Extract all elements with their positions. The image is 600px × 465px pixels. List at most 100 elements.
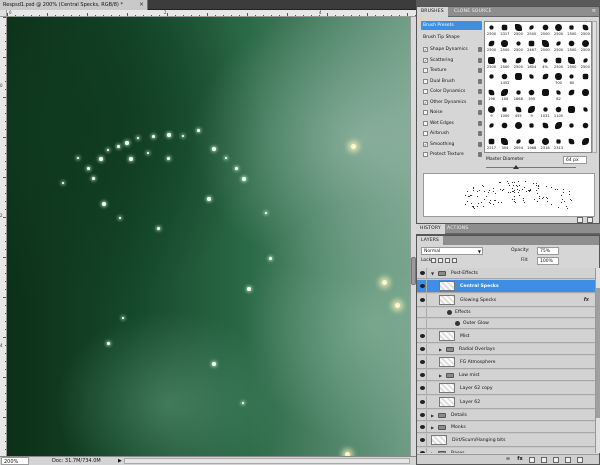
brush-preset[interactable]: 2500	[512, 38, 525, 54]
brush-preset[interactable]: 4%	[539, 55, 552, 71]
brush-preset[interactable]: 1804	[525, 55, 538, 71]
brush-option-brush-presets[interactable]: Brush Presets	[421, 21, 482, 30]
brush-preset[interactable]	[539, 71, 552, 87]
visibility-eye-icon[interactable]	[418, 382, 427, 394]
visibility-eye-icon[interactable]	[418, 448, 427, 453]
brush-preset[interactable]	[565, 87, 578, 103]
layer-name[interactable]: Outer Glow	[463, 321, 489, 326]
brush-preset[interactable]	[552, 120, 565, 136]
brush-preset[interactable]: 455	[512, 104, 525, 120]
toggle-bristle-preview-icon[interactable]	[577, 217, 583, 223]
lock-position-icon[interactable]	[445, 258, 450, 263]
opacity-input[interactable]: 75%	[537, 247, 559, 255]
layer-name[interactable]: Layer 62	[460, 400, 480, 405]
visibility-eye-icon[interactable]	[418, 422, 427, 432]
lock-icon[interactable]	[478, 120, 482, 126]
brush-preset[interactable]	[512, 71, 525, 87]
brush-preset[interactable]: 2500	[552, 38, 565, 54]
brush-preset[interactable]	[539, 87, 552, 103]
tab-clone-source[interactable]: CLONE SOURCE	[450, 7, 496, 17]
brush-preset[interactable]	[579, 71, 591, 87]
layer-row[interactable]: Mist	[417, 330, 595, 343]
tab-history[interactable]: HISTORY	[416, 224, 445, 234]
layer-group-row[interactable]: ▶ Bases	[417, 448, 595, 453]
brush-preset[interactable]: 2500	[485, 22, 498, 38]
brush-preset[interactable]: 1868	[512, 87, 525, 103]
lock-icon[interactable]	[478, 141, 482, 147]
new-brush-icon[interactable]	[587, 217, 593, 223]
vertical-ruler[interactable]: 0246	[0, 17, 7, 456]
brush-preset[interactable]	[525, 120, 538, 136]
brush-preset[interactable]: 2500	[565, 22, 578, 38]
tab-actions[interactable]: ACTIONS	[443, 224, 472, 234]
lock-icon[interactable]	[478, 110, 482, 115]
brush-preset[interactable]	[565, 136, 578, 152]
adjustment-layer-icon[interactable]	[541, 457, 547, 463]
zoom-field[interactable]: 200%	[1, 457, 29, 465]
brush-option-dual-brush[interactable]: Dual Brush	[421, 77, 482, 86]
document-tab[interactable]: Respsd1.psd @ 200% (Central Specks, RGB/…	[0, 0, 148, 10]
link-layers-icon[interactable]: ∞	[503, 457, 513, 463]
brush-preset[interactable]: 2467	[525, 38, 538, 54]
layer-group-row[interactable]: ▶ Radial Overlays	[417, 344, 595, 355]
checkbox[interactable]	[423, 78, 428, 84]
brush-option-airbrush[interactable]: Airbrush	[421, 129, 482, 138]
brush-preset[interactable]	[579, 87, 591, 103]
visibility-eye-icon[interactable]	[418, 396, 427, 408]
checkbox[interactable]: ✓	[423, 99, 428, 105]
visibility-eye-icon[interactable]	[418, 294, 427, 306]
fill-input[interactable]: 100%	[537, 257, 559, 265]
brush-preset[interactable]: 196	[485, 87, 498, 103]
brush-grid-scrollbar[interactable]	[592, 21, 597, 153]
brush-preset[interactable]: 2500	[539, 22, 552, 38]
canvas-horizontal-scrollbar[interactable]	[124, 458, 410, 464]
checkbox[interactable]: ✓	[423, 141, 428, 147]
brush-preset[interactable]: 9	[485, 104, 498, 120]
layer-row[interactable]: Layer 62 copy	[417, 382, 595, 395]
expand-right-icon[interactable]: ▶	[431, 451, 434, 453]
checkbox[interactable]	[423, 68, 428, 73]
brush-preset[interactable]: 1968	[525, 136, 538, 152]
brush-preset[interactable]: 2500	[525, 22, 538, 38]
brush-preset[interactable]: 2500	[565, 38, 578, 54]
layer-row[interactable]: Dirt/Scum/Hanging bits	[417, 434, 595, 447]
close-icon[interactable]: ×	[139, 0, 144, 10]
lock-icon[interactable]	[478, 152, 482, 157]
brush-preset[interactable]: 2313	[552, 136, 565, 152]
lock-all-icon[interactable]	[452, 258, 457, 263]
brush-preset[interactable]: 60	[565, 71, 578, 87]
brush-preset[interactable]	[579, 104, 591, 120]
brush-preset[interactable]	[539, 120, 552, 136]
brush-preset[interactable]: 2317	[498, 22, 511, 38]
layer-name[interactable]: Monks	[451, 425, 466, 430]
checkbox[interactable]: ✓	[423, 57, 428, 63]
brush-preset[interactable]: 304	[498, 136, 511, 152]
layer-name[interactable]: Dirt/Scum/Hanging bits	[452, 438, 505, 443]
brush-preset[interactable]: 2500	[539, 38, 552, 54]
brush-preset[interactable]: 2094	[512, 136, 525, 152]
layer-row[interactable]: Layer 62	[417, 396, 595, 409]
new-group-icon[interactable]	[553, 457, 559, 463]
brush-preset[interactable]: 2500	[565, 55, 578, 71]
brush-preset[interactable]: 2500	[552, 55, 565, 71]
brush-preset[interactable]: 1000	[498, 104, 511, 120]
brush-option-protect-texture[interactable]: Protect Texture	[421, 150, 482, 159]
visibility-eye-icon[interactable]	[418, 356, 427, 368]
layer-name[interactable]: Layer 62 copy	[460, 386, 493, 391]
brush-preset[interactable]: 1452	[498, 71, 511, 87]
visibility-eye-icon[interactable]	[418, 410, 427, 420]
layer-name[interactable]: Mist	[460, 334, 469, 339]
brush-preset[interactable]	[579, 120, 591, 136]
brush-preset[interactable]: 2500	[579, 22, 591, 38]
status-menu-arrow-icon[interactable]: ▶	[118, 457, 122, 465]
visibility-eye-icon[interactable]	[418, 308, 427, 317]
brush-preset[interactable]: 2500	[552, 22, 565, 38]
brush-preset[interactable]: 1031	[539, 104, 552, 120]
lock-icon[interactable]	[478, 47, 482, 52]
checkbox[interactable]: ✓	[423, 47, 428, 52]
horizontal-ruler[interactable]: 0 2 4	[7, 10, 416, 17]
layer-name[interactable]: Glowing Specks	[460, 298, 496, 303]
lock-icon[interactable]	[478, 57, 482, 63]
layer-effects-badge-icon[interactable]: fx	[584, 297, 589, 303]
brush-option-other-dynamics[interactable]: ✓ Other Dynamics	[421, 98, 482, 107]
